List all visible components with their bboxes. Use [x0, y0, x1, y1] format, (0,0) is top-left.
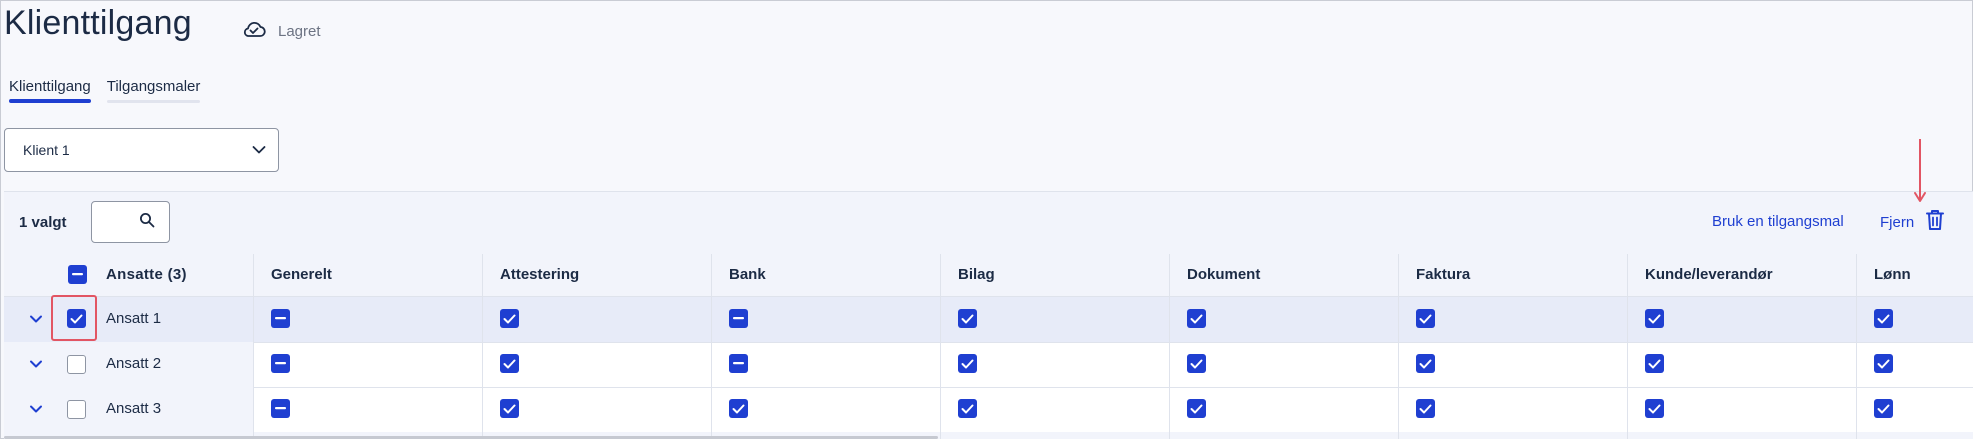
minus-icon — [733, 317, 744, 320]
permission-checkbox-partial[interactable] — [271, 399, 290, 418]
tab-klienttilgang[interactable]: Klienttilgang — [9, 78, 91, 103]
column-header-lonn: Lønn — [1874, 266, 1911, 283]
check-icon — [1877, 404, 1890, 413]
permission-checkbox-checked[interactable] — [1874, 399, 1893, 418]
column-divider — [253, 254, 254, 439]
tab-bar: Klienttilgang Tilgangsmaler — [9, 78, 200, 103]
permission-checkbox-checked[interactable] — [1874, 354, 1893, 373]
column-header-dokument: Dokument — [1187, 266, 1261, 283]
permission-checkbox-checked[interactable] — [729, 399, 748, 418]
check-icon — [1877, 314, 1890, 323]
check-icon — [1419, 314, 1432, 323]
remove-label: Fjern — [1880, 213, 1915, 231]
check-icon — [1419, 359, 1432, 368]
expand-chevron-icon[interactable] — [28, 311, 44, 327]
minus-icon — [275, 407, 286, 410]
permission-checkbox-checked[interactable] — [1645, 399, 1664, 418]
trash-icon — [1926, 209, 1945, 235]
check-icon — [1877, 359, 1890, 368]
column-header-bank: Bank — [729, 266, 766, 283]
permission-checkbox-checked[interactable] — [1645, 354, 1664, 373]
check-icon — [1190, 314, 1203, 323]
permission-checkbox-checked[interactable] — [500, 399, 519, 418]
column-header-faktura: Faktura — [1416, 266, 1471, 283]
permission-checkbox-checked[interactable] — [1645, 309, 1664, 328]
permission-checkbox-partial[interactable] — [271, 309, 290, 328]
check-icon — [503, 404, 516, 413]
minus-icon — [733, 362, 744, 365]
check-icon — [503, 359, 516, 368]
column-divider — [1169, 254, 1170, 439]
annotation-arrow — [1913, 138, 1927, 209]
employees-header: Ansatte (3) — [106, 266, 187, 283]
page-title: Klienttilgang — [4, 4, 192, 42]
cloud-check-icon — [242, 20, 266, 43]
table-row — [4, 387, 1973, 432]
minus-icon — [275, 362, 286, 365]
column-header-attestering: Attestering — [500, 266, 580, 283]
minus-icon — [275, 317, 286, 320]
selected-count: 1 valgt — [19, 214, 67, 231]
check-icon — [732, 404, 745, 413]
column-divider — [482, 254, 483, 439]
client-select-value: Klient 1 — [23, 142, 70, 158]
permission-checkbox-checked[interactable] — [1187, 399, 1206, 418]
check-icon — [961, 359, 974, 368]
remove-button[interactable]: Fjern — [1880, 209, 1945, 235]
permission-checkbox-partial[interactable] — [729, 309, 748, 328]
column-header-kunde-leverandor: Kunde/leverandør — [1645, 266, 1773, 283]
permission-checkbox-partial[interactable] — [271, 354, 290, 373]
select-all-checkbox[interactable] — [68, 265, 87, 284]
use-template-button[interactable]: Bruk en tilgangsmal — [1712, 213, 1844, 230]
permission-checkbox-checked[interactable] — [1416, 399, 1435, 418]
employee-name: Ansatt 1 — [106, 310, 162, 327]
permission-checkbox-checked[interactable] — [958, 354, 977, 373]
check-icon — [1190, 359, 1203, 368]
column-header-bilag: Bilag — [958, 266, 995, 283]
permission-checkbox-checked[interactable] — [958, 309, 977, 328]
permission-checkbox-checked[interactable] — [1187, 309, 1206, 328]
permission-checkbox-checked[interactable] — [1874, 309, 1893, 328]
employee-name: Ansatt 2 — [106, 355, 162, 372]
check-icon — [1419, 404, 1432, 413]
minus-icon — [72, 273, 83, 276]
employee-name: Ansatt 3 — [106, 400, 162, 417]
column-divider — [1856, 254, 1857, 439]
column-divider — [1627, 254, 1628, 439]
permission-checkbox-checked[interactable] — [958, 399, 977, 418]
save-status: Lagret — [242, 20, 321, 43]
permission-checkbox-checked[interactable] — [500, 309, 519, 328]
client-select[interactable]: Klient 1 — [4, 128, 279, 172]
permission-checkbox-checked[interactable] — [1416, 354, 1435, 373]
table-row — [4, 297, 1973, 342]
row-select-checkbox[interactable] — [67, 400, 86, 419]
column-header-generelt: Generelt — [271, 266, 332, 283]
permission-checkbox-partial[interactable] — [729, 354, 748, 373]
check-icon — [1648, 314, 1661, 323]
permission-checkbox-checked[interactable] — [500, 354, 519, 373]
column-divider — [711, 254, 712, 439]
search-icon — [139, 212, 155, 233]
expand-chevron-icon[interactable] — [28, 356, 44, 372]
column-divider — [940, 254, 941, 439]
permission-checkbox-checked[interactable] — [1416, 309, 1435, 328]
check-icon — [961, 404, 974, 413]
table-row — [4, 342, 1973, 387]
check-icon — [1648, 359, 1661, 368]
check-icon — [1648, 404, 1661, 413]
chevron-down-icon — [252, 142, 266, 158]
check-icon — [961, 314, 974, 323]
check-icon — [1190, 404, 1203, 413]
row-select-checkbox[interactable] — [67, 355, 86, 374]
permission-checkbox-checked[interactable] — [1187, 354, 1206, 373]
column-divider — [1398, 254, 1399, 439]
expand-chevron-icon[interactable] — [28, 401, 44, 417]
search-button[interactable] — [91, 201, 170, 243]
check-icon — [503, 314, 516, 323]
annotation-highlight-box — [51, 295, 97, 341]
tab-tilgangsmaler[interactable]: Tilgangsmaler — [106, 78, 200, 103]
save-status-label: Lagret — [278, 23, 321, 40]
